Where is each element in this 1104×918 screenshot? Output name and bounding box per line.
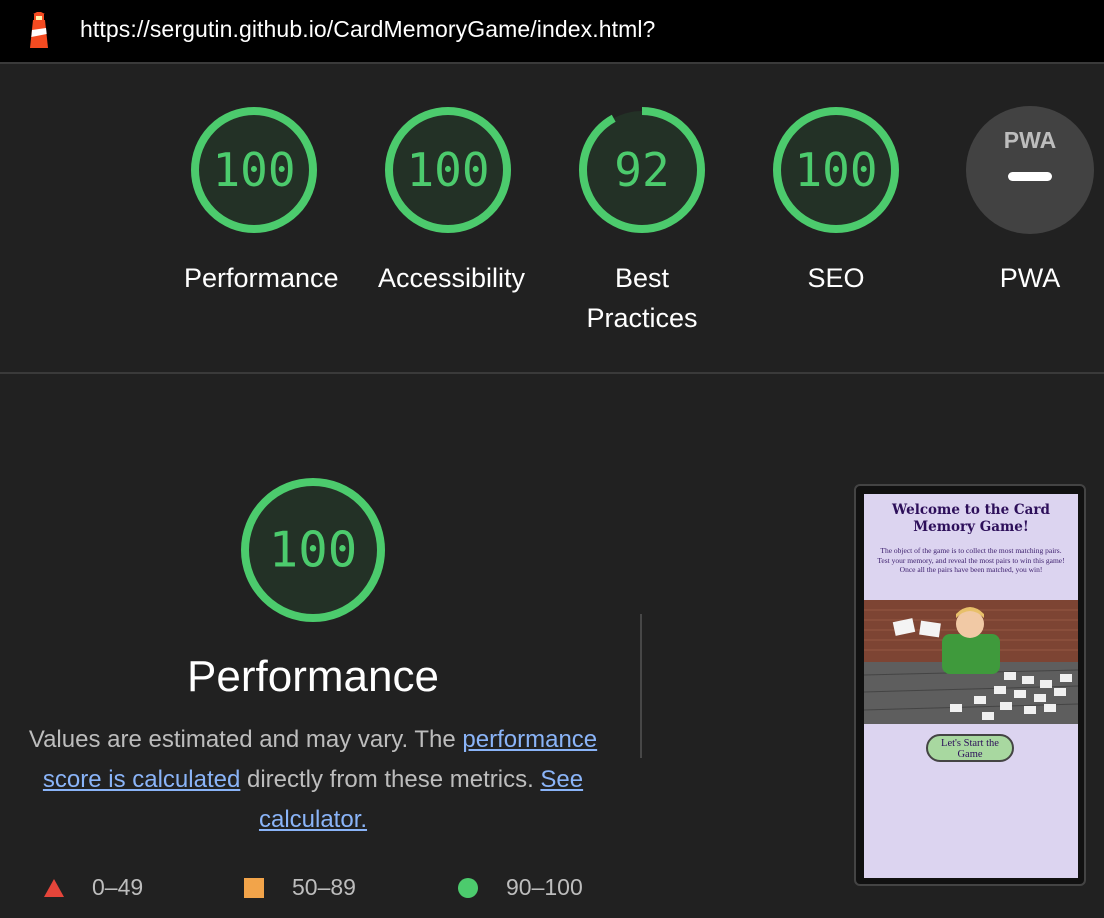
start-game-button: Let's Start the Game	[926, 734, 1014, 762]
desc-text-2: directly from these metrics.	[240, 766, 541, 793]
gauge-score: 100	[212, 143, 295, 197]
gauge-performance[interactable]: 100 Performance	[184, 100, 339, 298]
gauge-label: SEO	[807, 263, 865, 293]
performance-score: 100	[269, 522, 358, 579]
screenshot-description: The object of the game is to collect the…	[870, 546, 1072, 575]
pass-circle-icon	[458, 877, 478, 898]
gauge-pwa[interactable]: PWA PWA	[960, 100, 1100, 298]
pwa-badge-icon: PWA	[966, 106, 1094, 234]
gauge-label: Performance	[184, 263, 339, 293]
gauge-accessibility[interactable]: 100 Accessibility	[378, 100, 526, 298]
gauge-ring-best-practices: 92	[579, 107, 705, 233]
legend-range: 0–49	[92, 874, 144, 900]
gauge-label: Best Practices	[572, 258, 712, 338]
performance-description: Values are estimated and may vary. The p…	[24, 720, 602, 840]
gauge-label: Accessibility	[378, 263, 526, 293]
performance-title: Performance	[187, 652, 439, 701]
gauge-label-line2: Practices	[586, 303, 698, 333]
fail-triangle-icon	[44, 878, 64, 897]
gauge-label: PWA	[999, 263, 1061, 293]
final-screenshot-thumbnail[interactable]: Welcome to the Card Memory Game! The obj…	[854, 484, 1086, 886]
gauge-seo[interactable]: 100 SEO	[766, 100, 906, 298]
gauge-score: 92	[614, 143, 669, 197]
legend-fail: 0–49	[44, 874, 143, 901]
gauge-ring-accessibility: 100	[385, 107, 511, 233]
screenshot-line: Once all the pairs have been matched, yo…	[899, 565, 1043, 574]
legend-range: 50–89	[292, 874, 356, 900]
average-square-icon	[244, 877, 264, 898]
dash-icon	[1008, 172, 1052, 181]
gauge-ring-seo: 100	[773, 107, 899, 233]
gauge-label-line1: Best	[614, 263, 670, 293]
screenshot-title: Welcome to the Card Memory Game!	[892, 502, 1050, 535]
gauge-best-practices[interactable]: 92 Best Practices	[572, 100, 712, 338]
gauge-score: 100	[406, 143, 489, 197]
screenshot-line: The object of the game is to collect the…	[880, 546, 1062, 555]
performance-gauge-large: 100	[241, 478, 385, 622]
pwa-badge-text: PWA	[1004, 127, 1056, 153]
legend-pass: 90–100	[458, 874, 583, 901]
screenshot-line: Test your memory, and reveal the most pa…	[877, 555, 1065, 565]
browser-topbar: https://sergutin.github.io/CardMemoryGam…	[0, 0, 1104, 64]
gauge-ring-performance: 100	[191, 107, 317, 233]
desc-text-1: Values are estimated and may vary. The	[28, 726, 463, 753]
screenshot-page: Welcome to the Card Memory Game! The obj…	[864, 494, 1078, 878]
vertical-divider	[640, 614, 642, 758]
legend-range: 90–100	[506, 874, 583, 900]
lighthouse-icon	[30, 12, 48, 48]
score-legend: 0–49 50–89 90–100	[0, 874, 626, 908]
kid-with-cards-photo	[864, 600, 1078, 724]
section-divider	[0, 372, 1104, 374]
legend-average: 50–89	[244, 874, 356, 901]
page-url: https://sergutin.github.io/CardMemoryGam…	[80, 16, 656, 42]
gauge-score: 100	[794, 143, 877, 197]
